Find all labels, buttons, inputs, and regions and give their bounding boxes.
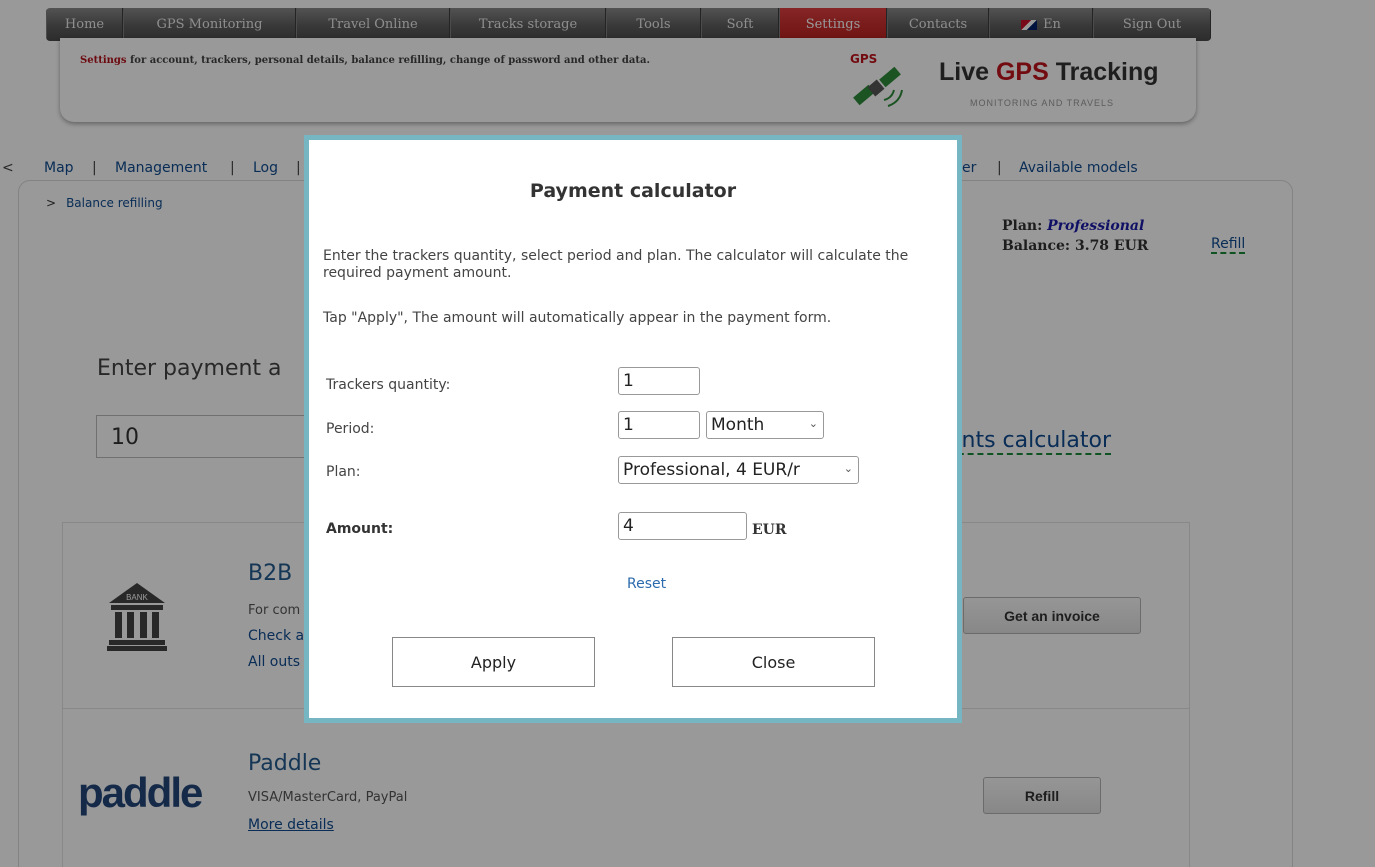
period-input[interactable]: 1 [618, 411, 700, 439]
plan-select-value: Professional, 4 EUR/r [623, 460, 800, 480]
trackers-quantity-label: Trackers quantity: [326, 377, 451, 393]
period-unit-select[interactable]: Month ⌄ [706, 411, 824, 439]
close-button[interactable]: Close [672, 637, 875, 687]
trackers-quantity-value: 1 [623, 371, 634, 391]
payment-calculator-modal: Payment calculator Enter the trackers qu… [304, 135, 962, 723]
reset-link[interactable]: Reset [627, 576, 666, 592]
period-label: Period: [326, 421, 375, 437]
apply-button[interactable]: Apply [392, 637, 595, 687]
amount-label: Amount: [326, 521, 394, 537]
amount-currency: EUR [752, 522, 787, 538]
chevron-down-icon: ⌄ [808, 417, 818, 430]
amount-input[interactable]: 4 [618, 512, 747, 540]
modal-note: Tap "Apply", The amount will automatical… [323, 310, 832, 326]
period-value: 1 [623, 415, 634, 435]
trackers-quantity-input[interactable]: 1 [618, 367, 700, 395]
chevron-down-icon: ⌄ [843, 462, 853, 475]
modal-title: Payment calculator [529, 180, 737, 202]
plan-select[interactable]: Professional, 4 EUR/r ⌄ [618, 456, 859, 484]
modal-description: Enter the trackers quantity, select peri… [323, 248, 909, 281]
amount-value: 4 [623, 516, 634, 536]
period-unit-value: Month [711, 415, 765, 435]
plan-label: Plan: [326, 464, 361, 480]
